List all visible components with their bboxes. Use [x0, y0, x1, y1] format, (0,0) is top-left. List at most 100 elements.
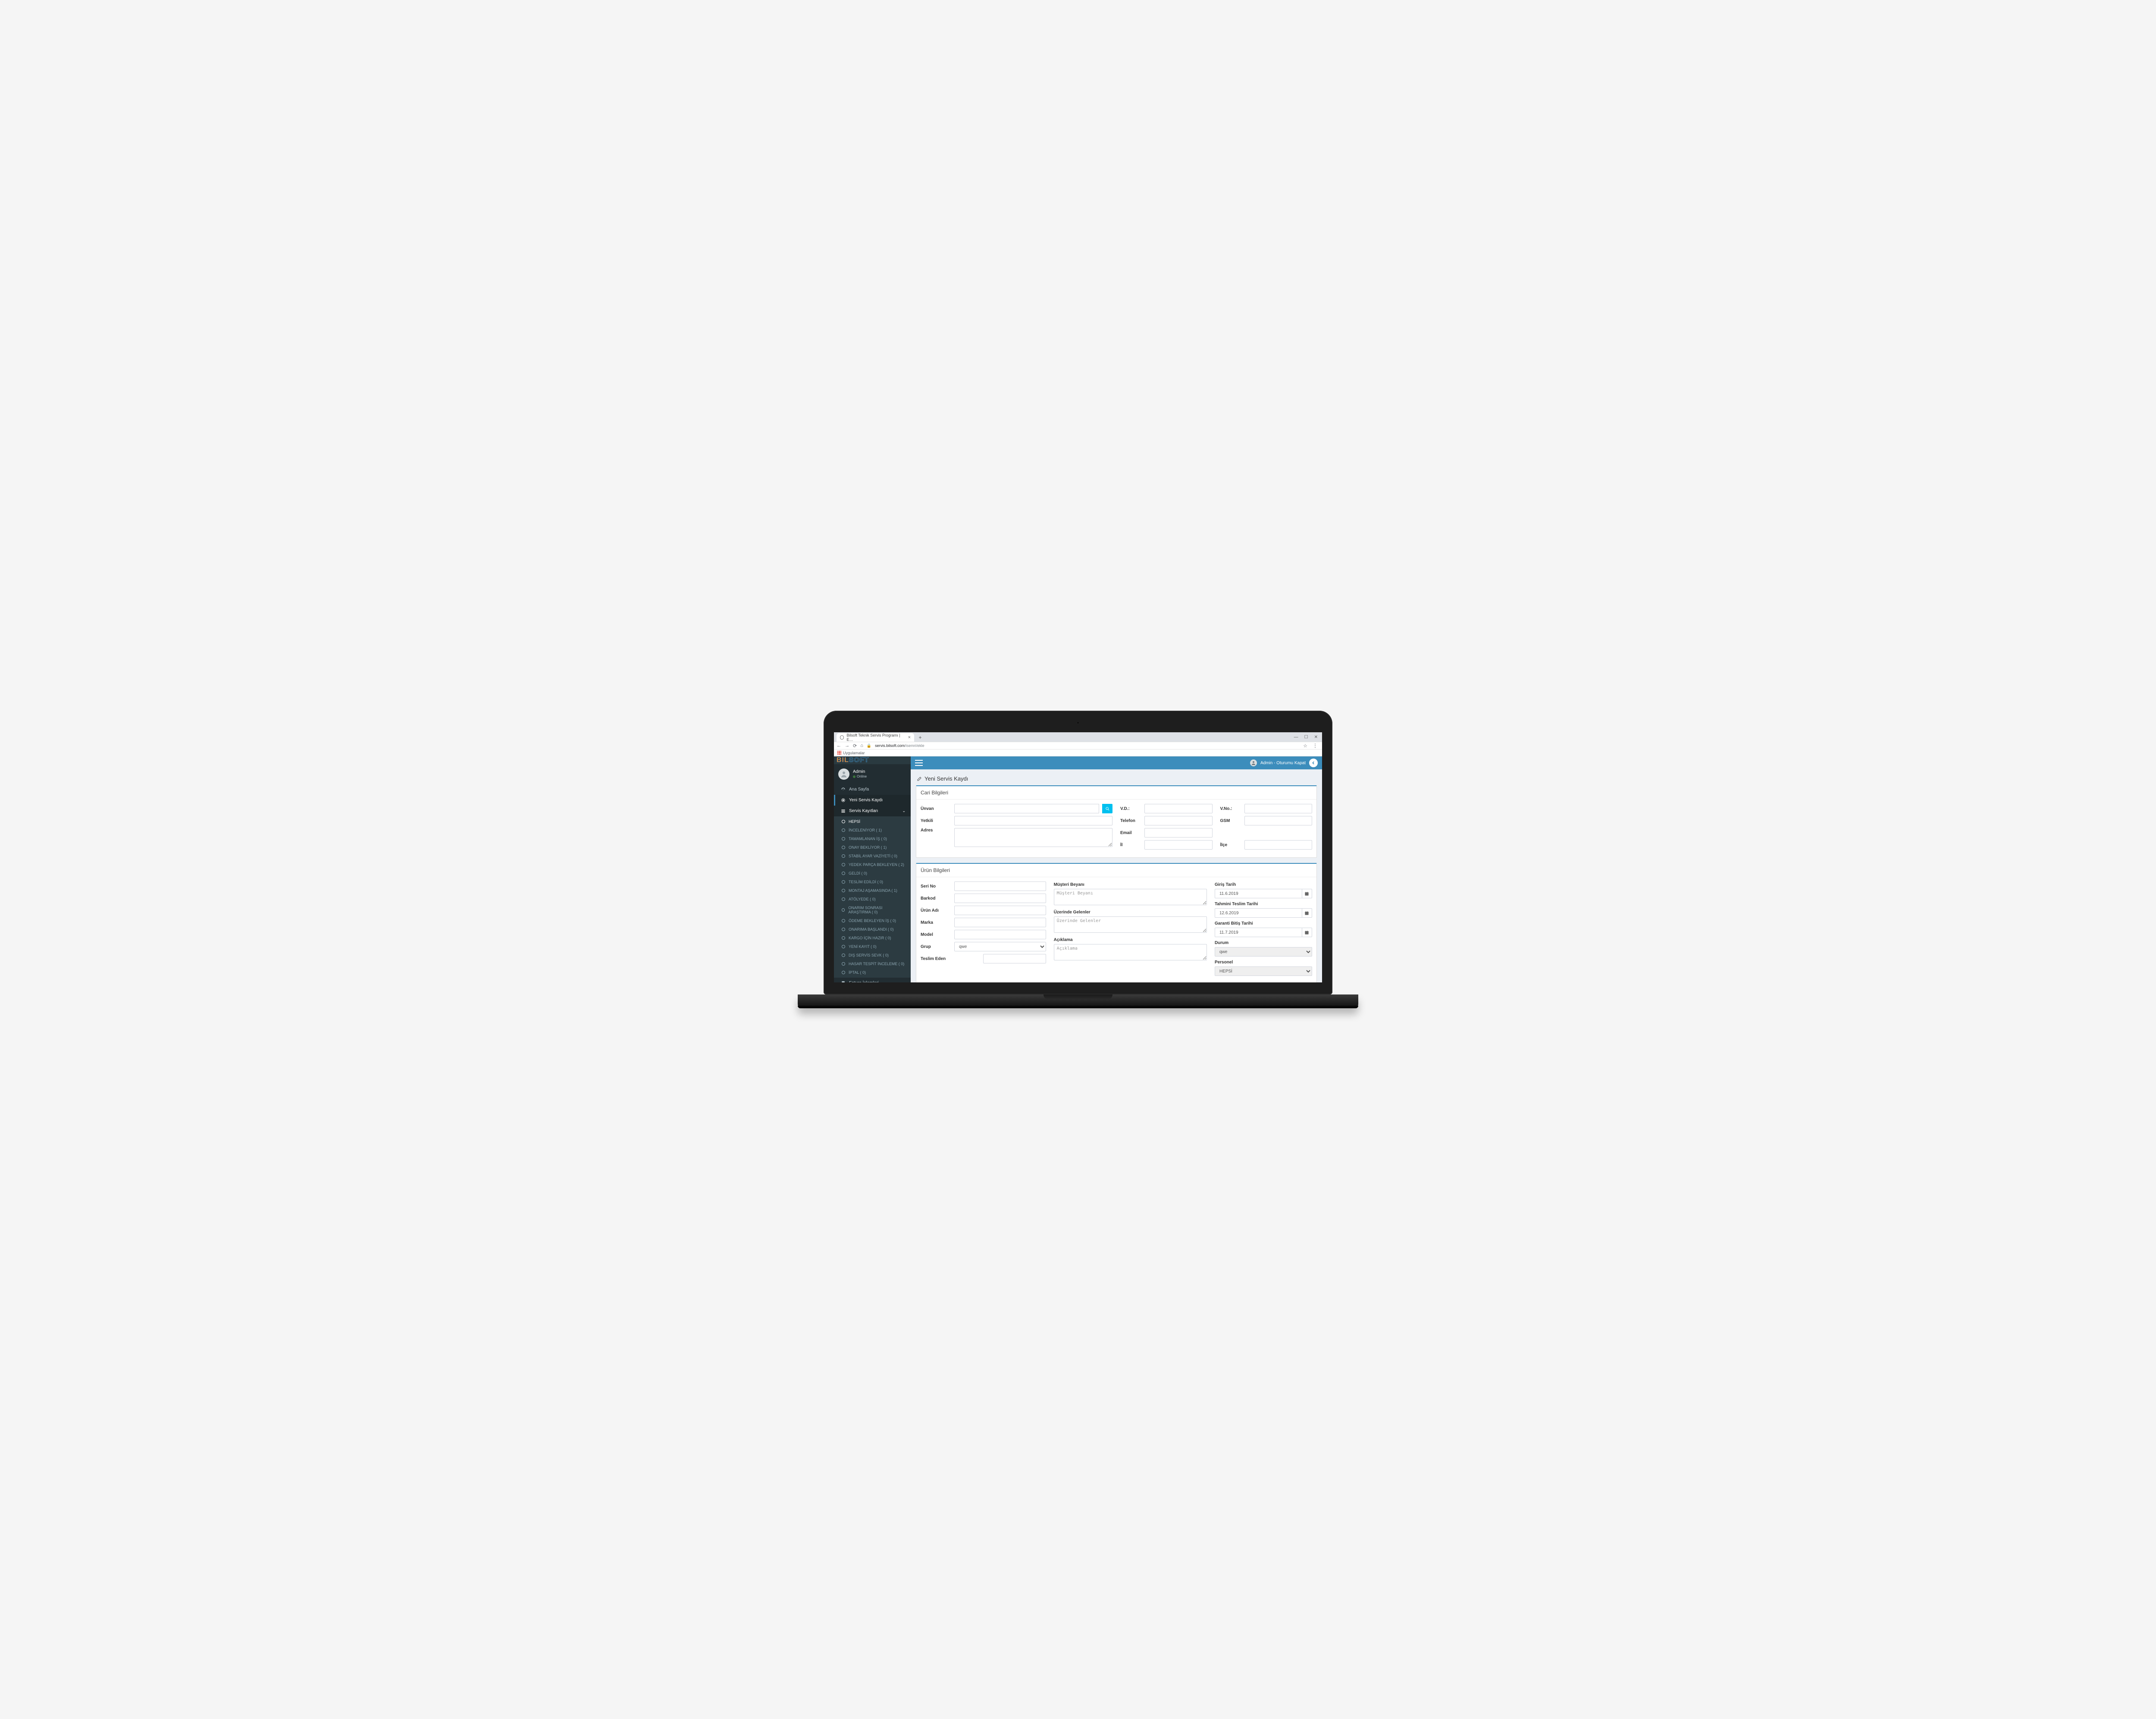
circle-icon: [842, 908, 845, 912]
laptop-mockup: Bilsoft Teknik Servis Programı | E… × + …: [824, 711, 1332, 1008]
minimize-icon[interactable]: —: [1294, 735, 1298, 740]
vno-input[interactable]: [1244, 804, 1313, 813]
teslim-eden-input[interactable]: [983, 954, 1046, 963]
bookmark-star-icon[interactable]: ☆: [1303, 743, 1307, 749]
sidebar-subitem[interactable]: DIŞ SERVİS SEVK ( 0): [834, 951, 911, 960]
sidebar-subitem[interactable]: İNCELENİYOR ( 1): [834, 826, 911, 834]
user-name: Admin: [853, 769, 867, 775]
calendar-icon[interactable]: [1302, 928, 1312, 937]
sidebar-subitem[interactable]: GELDİ ( 0): [834, 869, 911, 878]
circle-icon: [842, 846, 845, 849]
sidebar-subitem[interactable]: TESLİM EDİLDİ ( 0): [834, 878, 911, 886]
calendar-icon[interactable]: [1302, 889, 1312, 898]
sidebar-subitem[interactable]: HASAR TESPİT İNCELEME ( 0): [834, 960, 911, 968]
brand-logo[interactable]: BILSOFT: [834, 756, 911, 764]
unvan-input[interactable]: [954, 804, 1099, 813]
reload-icon[interactable]: ⟳: [853, 743, 857, 749]
barkod-input[interactable]: [954, 894, 1046, 903]
tahmini-teslim-input[interactable]: [1215, 908, 1302, 918]
panel-cari: Cari Bilgileri Ünvan: [916, 785, 1317, 858]
hamburger-icon[interactable]: [915, 760, 923, 766]
circle-icon: [842, 863, 845, 866]
main-menu: Ana Sayfa Yeni Servis Kaydı: [834, 784, 911, 816]
calendar-icon[interactable]: [1302, 908, 1312, 918]
musteri-beyani-input[interactable]: [1054, 889, 1207, 905]
sidebar-subitem[interactable]: TAMAMLANAN İŞ ( 0): [834, 834, 911, 843]
circle-icon: [842, 837, 845, 841]
sidebar-subitem[interactable]: ONAY BEKLİYOR ( 1): [834, 843, 911, 852]
back-icon[interactable]: ←: [837, 743, 841, 748]
sidebar-subitem[interactable]: ONARIMA BAŞLANDI ( 0): [834, 925, 911, 934]
model-input[interactable]: [954, 930, 1046, 939]
circle-icon: [842, 880, 845, 884]
sidebar-subitem[interactable]: YENİ KAYIT ( 0): [834, 942, 911, 951]
target-icon: [840, 798, 846, 803]
sidebar-subitem[interactable]: ÖDEME BEKLEYEN İŞ ( 0): [834, 916, 911, 925]
garanti-bitis-input[interactable]: [1215, 928, 1302, 937]
close-window-icon[interactable]: ✕: [1314, 735, 1318, 740]
circle-icon: [842, 889, 845, 892]
durum-select[interactable]: qwe: [1215, 947, 1312, 957]
browser-menu-icon[interactable]: ⋮: [1311, 743, 1319, 749]
url-display[interactable]: servis.bilsoft.com/isemri/ekle: [875, 743, 924, 748]
maximize-icon[interactable]: ☐: [1304, 735, 1308, 740]
il-input[interactable]: [1144, 840, 1213, 850]
sidebar-subitem[interactable]: ONARIM SONRASI ARAŞTIRMA ( 0): [834, 903, 911, 916]
yetkili-input[interactable]: [954, 816, 1112, 825]
sidebar-subitem[interactable]: MONTAJ AŞAMASINDA ( 1): [834, 886, 911, 895]
app-root: BILSOFT Admin Online: [834, 756, 1322, 982]
laptop-camera: [1077, 721, 1079, 724]
circle-icon: [842, 945, 845, 948]
adres-input[interactable]: [954, 828, 1112, 847]
browser-chrome: Bilsoft Teknik Servis Programı | E… × + …: [834, 732, 1322, 750]
sidebar-subitem[interactable]: YEDEK PARÇA BEKLEYEN ( 2): [834, 860, 911, 869]
vd-input[interactable]: [1144, 804, 1213, 813]
sidebar-item-new-service[interactable]: Yeni Servis Kaydı: [834, 795, 911, 806]
sidebar-item-invoices[interactable]: Fatura İşlemleri ‹: [834, 978, 911, 982]
topbar: Admin - Oturumu Kapat: [911, 756, 1322, 769]
uzerinde-gelenler-input[interactable]: [1054, 916, 1207, 933]
panel-cari-title: Cari Bilgileri: [916, 786, 1316, 800]
content: Yeni Servis Kaydı Cari Bilgileri Ünvan: [911, 769, 1322, 982]
ilce-input[interactable]: [1244, 840, 1313, 850]
panel-urun-title: Ürün Bilgileri: [916, 864, 1316, 877]
search-button[interactable]: [1102, 804, 1112, 813]
sidebar-subitem[interactable]: STABİL AYAR VAZİYETİ ( 0): [834, 852, 911, 860]
grup-select[interactable]: qwe: [954, 942, 1046, 951]
avatar: [838, 769, 849, 780]
new-tab-button[interactable]: +: [917, 734, 924, 741]
serino-input[interactable]: [954, 881, 1046, 891]
window-controls: — ☐ ✕: [1294, 732, 1322, 742]
lock-icon: 🔒: [867, 743, 871, 748]
topbar-user-link[interactable]: Admin - Oturumu Kapat: [1260, 761, 1306, 765]
aciklama-input[interactable]: [1054, 944, 1207, 960]
circle-icon: [842, 854, 845, 858]
marka-input[interactable]: [954, 918, 1046, 927]
sidebar-subitem[interactable]: KARGO İÇİN HAZIR ( 0): [834, 934, 911, 942]
browser-tab[interactable]: Bilsoft Teknik Servis Programı | E… ×: [837, 733, 914, 742]
bookmarks-bar: Uygulamalar: [834, 750, 1322, 756]
field-adres: Adres: [921, 828, 1112, 847]
telefon-input[interactable]: [1144, 816, 1213, 825]
email-input[interactable]: [1144, 828, 1213, 838]
collapse-button[interactable]: [1309, 759, 1318, 767]
personel-select[interactable]: HEPSİ: [1215, 966, 1312, 976]
sidebar-item-service-records[interactable]: Servis Kayıtları ⌄: [834, 806, 911, 816]
main-area: Admin - Oturumu Kapat Yeni Servis Kaydı: [911, 756, 1322, 982]
sidebar-subitem[interactable]: HEPSİ: [834, 817, 911, 826]
circle-icon: [842, 919, 845, 922]
urunadi-input[interactable]: [954, 906, 1046, 915]
sidebar-item-home[interactable]: Ana Sayfa: [834, 784, 911, 795]
address-bar: ← → ⟳ ⌂ 🔒 servis.bilsoft.com/isemri/ekle…: [834, 742, 1322, 750]
list-icon: [840, 809, 846, 813]
home-icon[interactable]: ⌂: [860, 743, 863, 748]
sidebar-subitem[interactable]: İPTAL ( 0): [834, 968, 911, 977]
sidebar-subitem[interactable]: ATÖLYEDE ( 0): [834, 895, 911, 903]
apps-grid-icon[interactable]: [837, 751, 841, 755]
user-status: Online: [853, 775, 867, 779]
giris-tarih-input[interactable]: [1215, 889, 1302, 898]
forward-icon[interactable]: →: [845, 743, 849, 748]
gsm-input[interactable]: [1244, 816, 1313, 825]
close-icon[interactable]: ×: [908, 735, 911, 740]
bookmarks-apps-label[interactable]: Uygulamalar: [843, 751, 865, 755]
